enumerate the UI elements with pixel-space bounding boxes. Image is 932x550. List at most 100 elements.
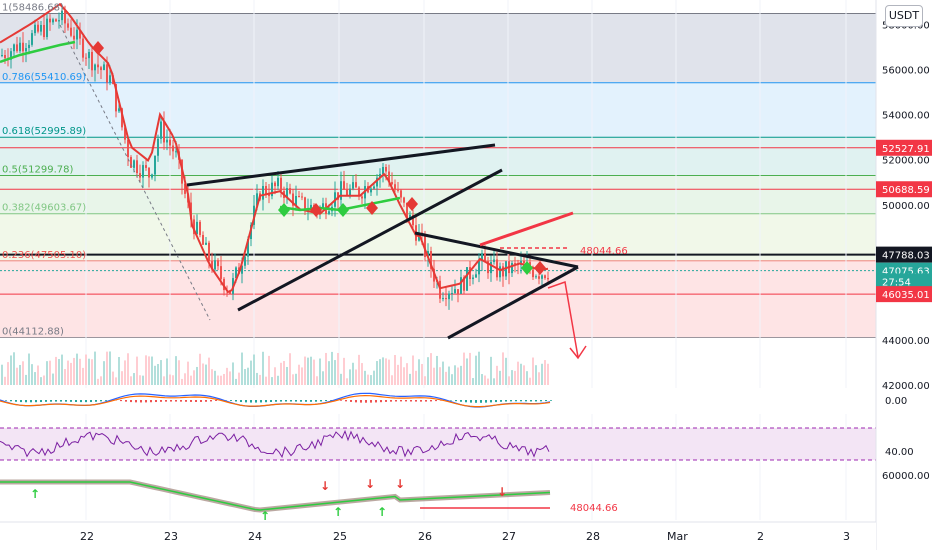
candle-body (139, 173, 141, 178)
macd-histogram-bar (540, 400, 542, 402)
macd-histogram-bar (415, 400, 417, 402)
volume-bar (451, 374, 453, 385)
volume-bar (46, 361, 48, 385)
fib-zone (0, 13, 876, 83)
candle-body (199, 221, 201, 235)
currency-button[interactable]: USDT (885, 5, 923, 27)
candle-body (346, 189, 348, 196)
macd-histogram-bar (40, 400, 42, 403)
down-arrow-icon: ↓ (365, 477, 375, 491)
volume-bar (268, 355, 270, 385)
volume-bar (457, 367, 459, 385)
candle-body (85, 57, 87, 59)
macd-histogram-bar (150, 400, 152, 403)
volume-bar (481, 374, 483, 385)
volume-bar (247, 367, 249, 385)
time-tick-label: Mar (667, 530, 688, 543)
time-tick-label: 23 (164, 530, 178, 543)
candle-body (109, 75, 111, 83)
candle-body (361, 196, 363, 199)
candle-body (382, 167, 384, 175)
volume-bar (64, 369, 66, 385)
macd-histogram-bar (500, 400, 502, 402)
rsi-pane (0, 427, 876, 461)
macd-histogram-bar (205, 400, 207, 402)
volume-bar (463, 352, 465, 385)
candle-body (67, 23, 69, 28)
macd-histogram-bar (525, 400, 527, 402)
macd-histogram-bar (340, 400, 342, 401)
volume-bar (163, 376, 165, 385)
volume-bar (13, 352, 15, 385)
macd-histogram-bar (435, 400, 437, 402)
volume-bar (214, 370, 216, 385)
macd-histogram-bar (320, 400, 322, 402)
macd-histogram-bar (245, 400, 247, 403)
time-axis[interactable]: 22 23 24 25 26 27 28 Mar 2 3 (0, 521, 876, 550)
macd-histogram-bar (125, 400, 127, 402)
volume-bar (142, 375, 144, 385)
volume-bar (361, 363, 363, 385)
candle-body (355, 182, 357, 188)
candle-body (262, 186, 264, 200)
time-axis-background (0, 522, 876, 550)
third-tick-label: 60000.00 (882, 471, 930, 482)
candle-body (172, 145, 174, 152)
macd-histogram-bar (230, 400, 232, 401)
volume-bar (73, 357, 75, 385)
volume-bar (265, 376, 267, 385)
volume-bar (160, 360, 162, 385)
price-axis[interactable]: 58000.0056000.0054000.0052000.0050000.00… (875, 0, 932, 550)
candle-body (46, 18, 48, 38)
volume-bar (412, 355, 414, 385)
price-tick-label: 54000.00 (882, 111, 930, 122)
volume-bar (16, 367, 18, 385)
candle-body (1, 54, 3, 56)
volume-bar (454, 365, 456, 385)
candle-body (217, 260, 219, 267)
volume-bar (67, 360, 69, 385)
volume-bar (517, 361, 519, 385)
volume-bar (100, 376, 102, 385)
macd-histogram-bar (135, 400, 137, 403)
volume-bar (154, 365, 156, 385)
volume-bar (208, 357, 210, 385)
macd-histogram-bar (450, 400, 452, 401)
volume-bar (37, 365, 39, 385)
macd-histogram-bar (350, 400, 352, 402)
volume-bar (271, 377, 273, 385)
candle-body (403, 197, 405, 203)
volume-bar (61, 354, 63, 385)
candle-body (370, 188, 372, 193)
volume-bar (430, 353, 432, 385)
volume-bar (343, 357, 345, 385)
candle-body (55, 19, 57, 22)
candle-body (244, 256, 246, 266)
candle-body (88, 51, 90, 59)
candle-body (151, 174, 153, 178)
macd-histogram-bar (460, 400, 462, 402)
candle-body (214, 260, 216, 270)
volume-bar (406, 363, 408, 385)
volume-bar (253, 354, 255, 385)
volume-bar (274, 367, 276, 385)
macd-histogram-bar (520, 400, 522, 402)
volume-bar (313, 359, 315, 385)
macd-histogram-bar (485, 400, 487, 403)
candle-body (544, 275, 546, 279)
candle-body (298, 196, 300, 198)
candle-body (91, 51, 93, 71)
volume-bar (259, 374, 261, 385)
macd-histogram-bar (325, 400, 327, 402)
volume-bar (397, 364, 399, 385)
volume-bar (262, 351, 264, 385)
candle-body (208, 242, 210, 262)
candle-body (511, 263, 513, 274)
macd-histogram-bar (420, 400, 422, 402)
candle-body (94, 64, 96, 71)
volume-bar (7, 362, 9, 385)
volume-bar (181, 378, 183, 385)
candle-body (523, 260, 525, 264)
trading-chart[interactable]: 48044.66 1(58486.68) 0.786(55410.69) 0.618… (0, 0, 932, 550)
candle-body (400, 190, 402, 198)
